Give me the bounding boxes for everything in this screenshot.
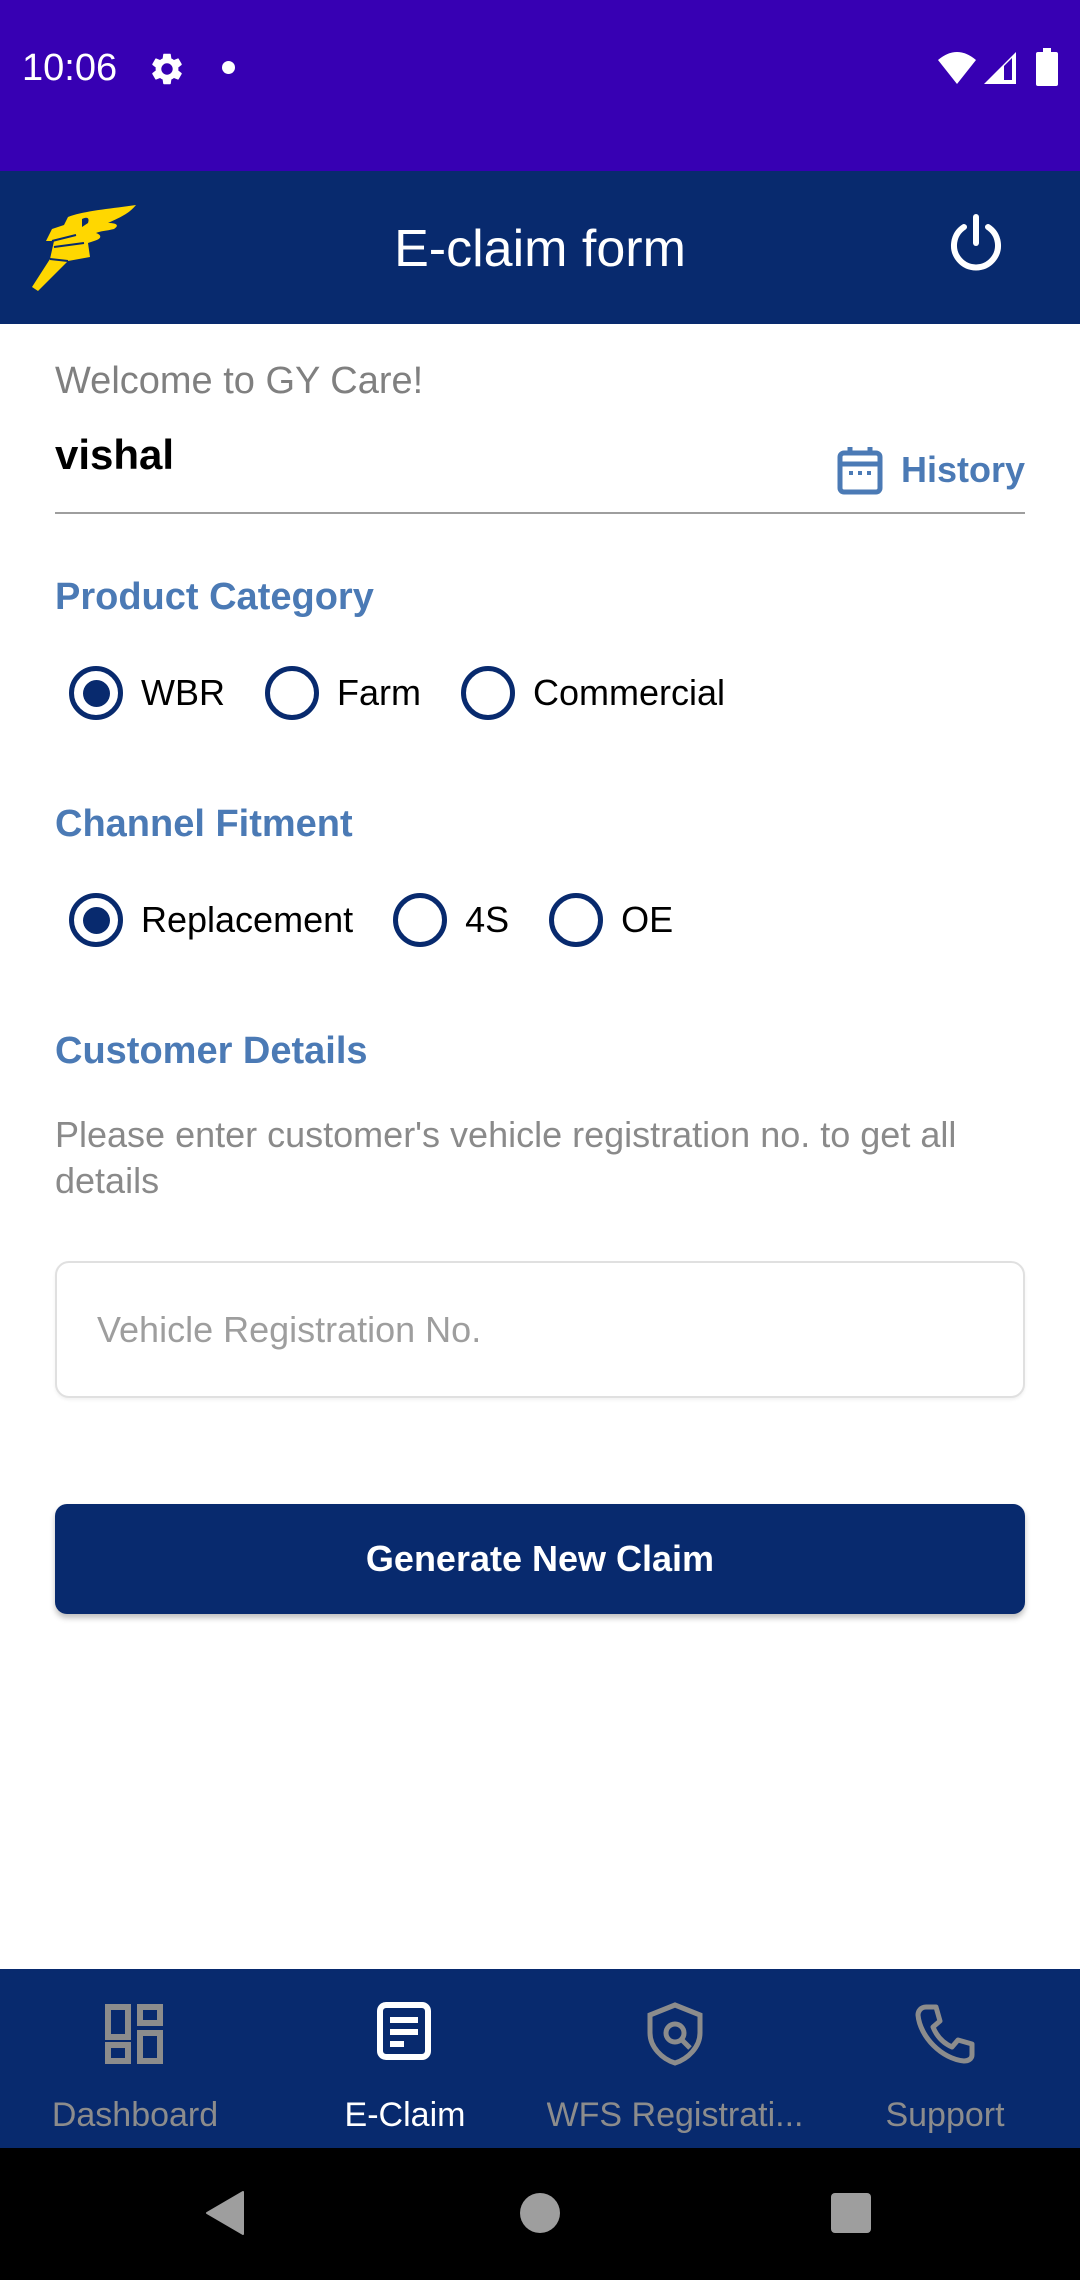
nav-item-wfs-registration[interactable]: WFS Registrati... [540,1969,810,2148]
radio-label: Farm [337,672,421,713]
cell-signal-icon [984,52,1016,84]
recents-icon[interactable] [826,2188,876,2238]
radio-product-commercial[interactable]: Commercial [461,666,725,720]
nav-label: E-Claim [344,2096,466,2134]
radio-button-selected[interactable] [69,666,123,720]
radio-button-selected[interactable] [69,893,123,947]
welcome-text: Welcome to GY Care! [55,360,424,402]
nav-item-support[interactable]: Support [810,1969,1080,2148]
nav-label: WFS Registrati... [546,2096,804,2134]
power-icon [951,214,1001,271]
divider [55,512,1025,514]
bottom-navigation: Dashboard E-Claim WFS Registrati... Supp… [0,1969,1080,2148]
phone-icon [915,2004,975,2064]
battery-icon [1036,48,1058,86]
dashboard-icon [105,2004,163,2064]
status-time: 10:06 [22,47,118,89]
radio-button[interactable] [461,666,515,720]
channel-fitment-radio-group: Replacement 4S OE [69,893,713,947]
nav-item-eclaim[interactable]: E-Claim [270,1969,540,2148]
radio-label: WBR [141,672,225,713]
calendar-icon [837,447,883,495]
customer-details-title: Customer Details [55,1030,368,1072]
product-category-radio-group: WBR Farm Commercial [69,666,765,720]
settings-gear-icon [152,53,182,85]
history-label: History [900,449,1025,490]
radio-button[interactable] [265,666,319,720]
nav-item-dashboard[interactable]: Dashboard [0,1969,270,2148]
nav-label: Support [885,2096,1005,2134]
radio-button[interactable] [549,893,604,947]
radio-label: OE [621,899,674,940]
username: vishal [55,431,175,478]
radio-channel-oe[interactable]: OE [549,893,673,947]
system-navigation-bar [0,2148,1080,2280]
history-link[interactable]: History [837,442,1025,498]
radio-channel-4s[interactable]: 4S [393,893,509,947]
registration-input-container [55,1261,1025,1398]
status-bar: 10:06 [0,0,1080,171]
nav-label: Dashboard [51,2096,219,2134]
radio-label: 4S [465,899,510,940]
wifi-icon [938,52,976,84]
radio-label: Replacement [141,899,354,940]
product-category-title: Product Category [55,576,374,618]
app-title: E-claim form [394,220,686,278]
notification-dot-icon [222,61,235,74]
radio-product-wbr[interactable]: WBR [69,666,225,720]
radio-channel-replacement[interactable]: Replacement [69,893,353,947]
back-icon[interactable] [203,2188,253,2238]
registration-hint: Please enter customer's vehicle registra… [55,1114,957,1201]
eclaim-document-icon [377,2002,431,2060]
logout-button[interactable] [940,207,1012,279]
radio-button[interactable] [393,893,448,947]
channel-fitment-title: Channel Fitment [55,803,353,845]
vehicle-registration-input[interactable] [57,1263,1023,1396]
app-bar: E-claim form [0,171,1080,324]
home-icon[interactable] [515,2188,565,2238]
generate-new-claim-button[interactable]: Generate New Claim [55,1504,1025,1614]
radio-label: Commercial [533,672,726,713]
shield-search-icon [647,2002,703,2066]
radio-product-farm[interactable]: Farm [265,666,421,720]
